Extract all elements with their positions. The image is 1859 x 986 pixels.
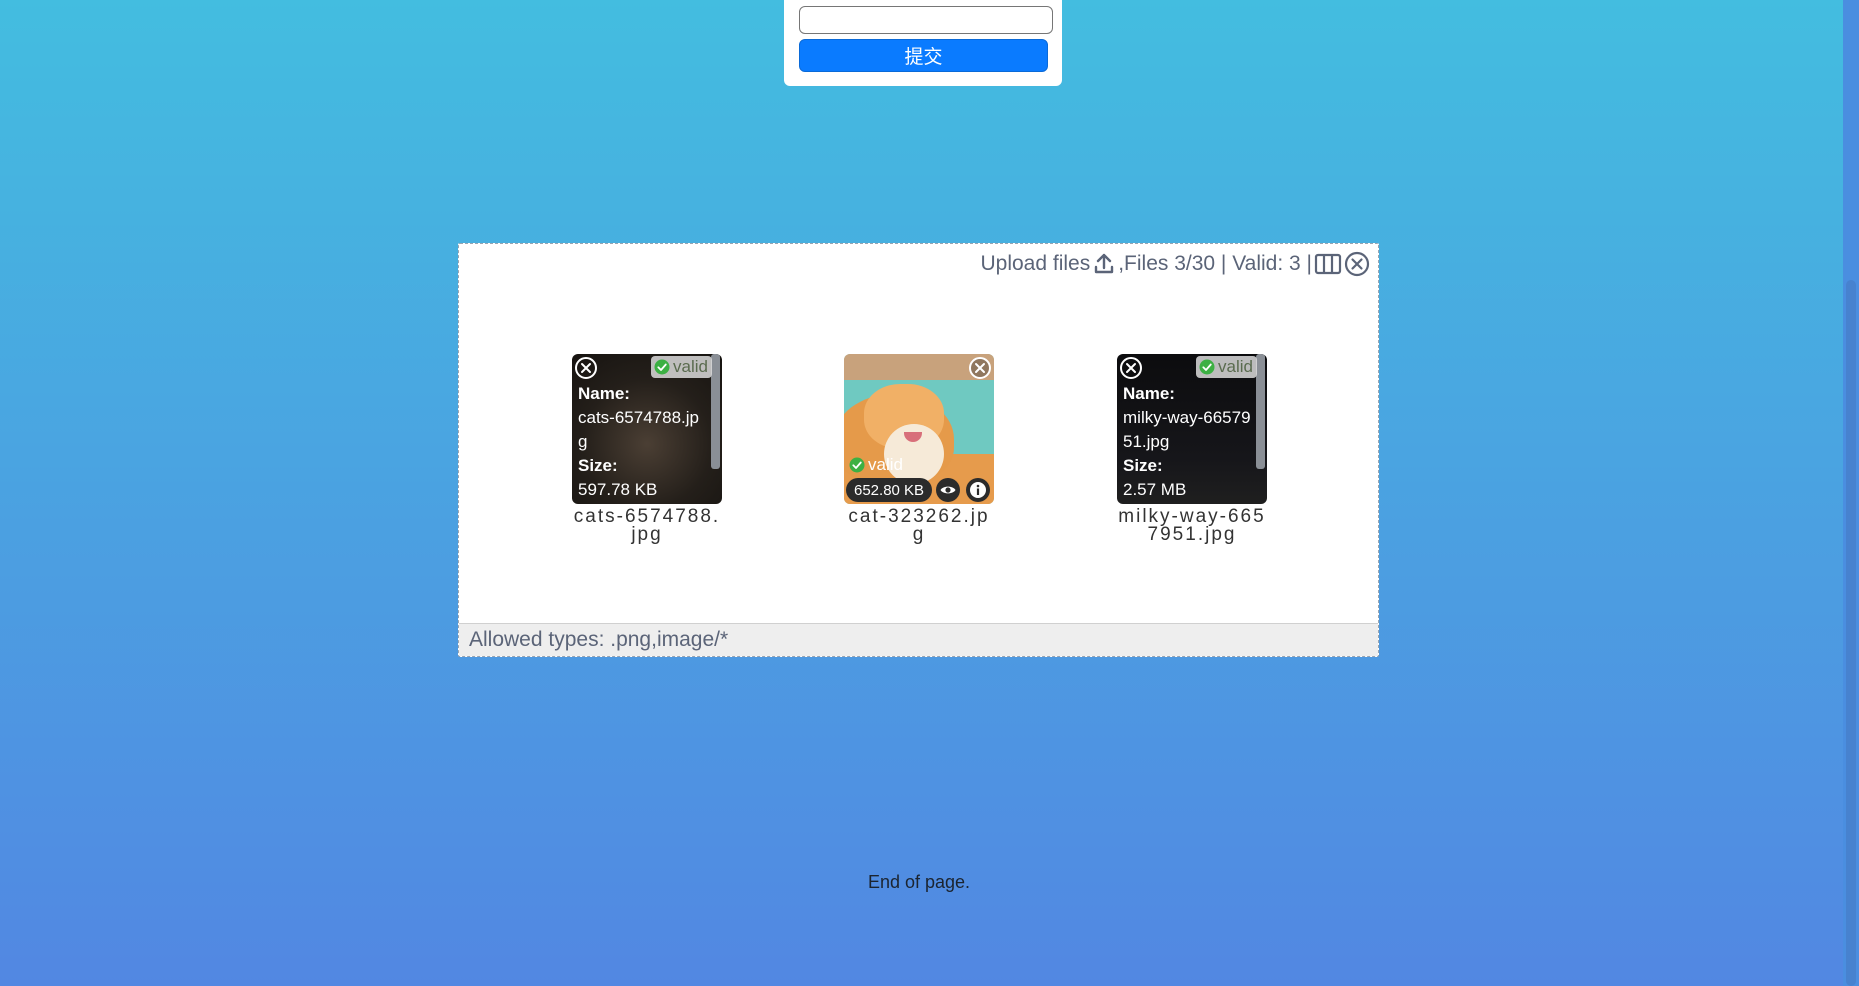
file-size-value: 597.78 KB [578,480,658,499]
size-label: Size: [578,456,618,475]
files-status: ,Files 3/30 | Valid: 3 | [1118,252,1312,275]
file-name-value: cats-6574788.jpg [578,408,699,451]
file-uploader[interactable]: Upload files ,Files 3/30 | Valid: 3 | Na… [458,243,1379,657]
uploader-toolbar: Upload files ,Files 3/30 | Valid: 3 | [980,249,1370,279]
end-of-page-text: End of page. [867,872,971,892]
valid-badge: valid [846,454,907,476]
submit-button[interactable]: 提交 [799,39,1048,72]
valid-badge: valid [1196,356,1257,378]
file-caption: cats-6574788.jpg [573,506,721,545]
page-scrollbar[interactable] [1843,0,1859,986]
file-caption: cat-323262.jpg [848,506,990,545]
check-circle-icon [654,359,670,375]
file-name-value: milky-way-6657951.jpg [1123,408,1251,451]
text-input[interactable] [799,6,1053,34]
file-info: Name: milky-way-6657951.jpg Size: 2.57 M… [1123,382,1253,502]
check-circle-icon [849,457,865,473]
name-label: Name: [578,384,630,403]
remove-file-icon[interactable] [574,356,598,380]
file-card-milky-way[interactable]: Name: milky-way-6657951.jpg Size: 2.57 M… [1117,354,1267,504]
form-card: 提交 [784,0,1062,86]
file-caption: milky-way-6657951.jpg [1118,506,1266,545]
remove-file-icon[interactable] [968,356,992,380]
info-scrollbar[interactable] [1256,354,1265,469]
remove-file-icon[interactable] [1119,356,1143,380]
file-card-cats[interactable]: Name: cats-6574788.jpg Size: 597.78 KB v… [572,354,722,504]
page-scrollbar-thumb[interactable] [1846,280,1856,986]
info-icon[interactable] [966,478,990,502]
valid-label: valid [673,357,708,376]
name-label: Name: [1123,384,1175,403]
upload-files-label[interactable]: Upload files [980,252,1090,276]
valid-badge: valid [651,356,712,378]
file-card-cat[interactable]: valid 652.80 KB [844,354,994,504]
check-circle-icon [1199,359,1215,375]
grid-view-icon[interactable] [1314,252,1342,276]
size-label: Size: [1123,456,1163,475]
allowed-types-bar: Allowed types: .png,image/* [459,623,1378,656]
upload-icon[interactable] [1092,252,1116,276]
preview-eye-icon[interactable] [936,478,960,502]
clear-all-icon[interactable] [1344,251,1370,277]
valid-label: valid [1218,357,1253,376]
file-size-pill: 652.80 KB [846,478,933,502]
valid-label: valid [868,455,903,474]
info-scrollbar[interactable] [711,354,720,469]
allowed-types-text: Allowed types: .png,image/* [469,628,729,651]
file-info: Name: cats-6574788.jpg Size: 597.78 KB [578,382,708,502]
file-size-value: 2.57 MB [1123,480,1187,499]
